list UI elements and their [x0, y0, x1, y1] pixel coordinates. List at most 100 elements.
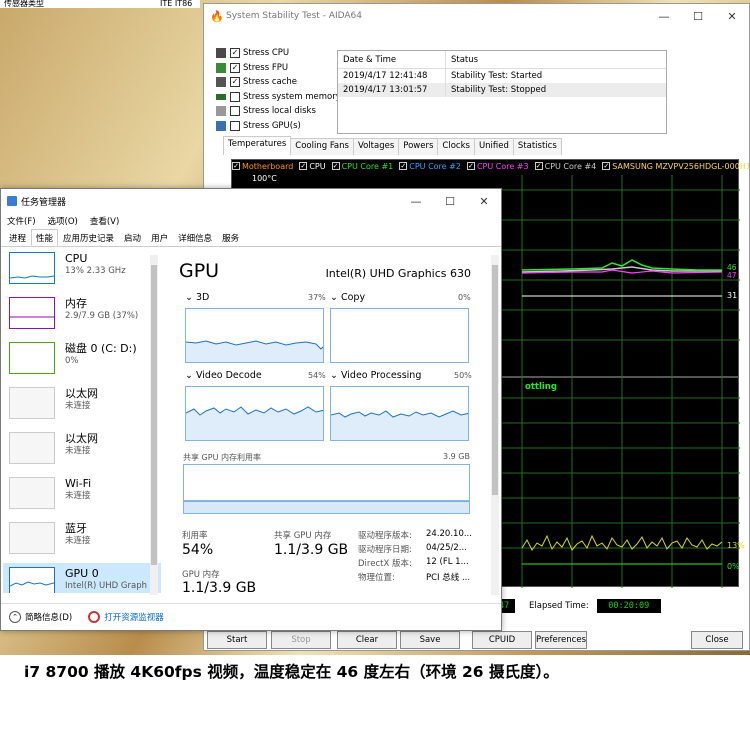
clear-button[interactable]: Clear — [337, 631, 397, 649]
legend-item[interactable]: ✓ Motherboard — [232, 160, 293, 172]
sidebar-item-title: GPU 0 — [65, 567, 99, 580]
checkbox[interactable]: ✓ — [230, 62, 240, 73]
scrollbar-thumb[interactable] — [492, 265, 498, 495]
collapse-icon[interactable]: ⌃ — [9, 611, 21, 623]
memory-icon — [216, 93, 226, 100]
tab-statistics[interactable]: Statistics — [512, 138, 562, 155]
legend-item[interactable]: ✓ CPU — [299, 160, 326, 172]
checkbox[interactable]: ✓ — [230, 77, 240, 88]
sidebar-item-ethernet-2[interactable]: 以太网 未连接 — [3, 428, 161, 473]
sidebar-scrollbar[interactable] — [150, 255, 158, 595]
tab-processes[interactable]: 进程 — [4, 229, 31, 246]
start-button[interactable]: Start — [207, 631, 267, 649]
sidebar-item-memory[interactable]: 内存 2.9/7.9 GB (37%) — [3, 293, 161, 338]
menu-options[interactable]: 选项(O) — [48, 215, 78, 227]
menu-file[interactable]: 文件(F) — [7, 215, 36, 227]
stress-option-label: Stress cache — [243, 77, 297, 88]
sidebar-item-title: Wi-Fi — [65, 477, 92, 490]
aida64-window-title: System Stability Test - AIDA64 — [226, 11, 362, 21]
legend-item[interactable]: ✓ SAMSUNG MZVPV256HDGL-000H1 — [602, 160, 750, 172]
engine-graph-copy — [330, 308, 469, 363]
legend-checkbox[interactable]: ✓ — [299, 162, 308, 170]
legend-checkbox[interactable]: ✓ — [466, 162, 475, 170]
tab-voltages[interactable]: Voltages — [352, 138, 400, 155]
legend-label: Motherboard — [242, 161, 294, 171]
engine-graph-decode-canvas — [186, 406, 323, 440]
tab-users[interactable]: 用户 — [146, 229, 173, 246]
engine-pct: 0% — [458, 293, 471, 302]
minimize-button[interactable]: — — [647, 4, 681, 28]
legend-checkbox[interactable]: ✓ — [399, 162, 408, 170]
elapsed-time-display: 00:20:09 — [596, 599, 661, 613]
engine-selector-copy[interactable]: ⌄ Copy — [330, 292, 365, 303]
main-scrollbar[interactable] — [491, 255, 499, 595]
sidebar-item-title: 磁盘 0 (C: D:) — [65, 342, 137, 355]
sidebar-item-wifi[interactable]: Wi-Fi 未连接 — [3, 473, 161, 518]
minimize-button[interactable]: — — [399, 189, 433, 213]
sidebar-item-gpu[interactable]: GPU 0 Intel(R) UHD Graph — [3, 563, 161, 593]
memory-thumb-graph — [10, 316, 54, 318]
tab-cooling-fans[interactable]: Cooling Fans — [290, 138, 354, 155]
sidebar-item-sub: Intel(R) UHD Graph — [65, 581, 147, 591]
tab-clocks[interactable]: Clocks — [437, 138, 475, 155]
save-button[interactable]: Save — [400, 631, 460, 649]
legend-checkbox[interactable]: ✓ — [602, 162, 611, 170]
log-col-datetime[interactable]: Date & Time — [338, 51, 446, 68]
engine-graph-processing-canvas — [331, 410, 468, 440]
close-window-button[interactable]: ✕ — [715, 4, 749, 28]
tab-temperatures[interactable]: Temperatures — [223, 136, 292, 155]
maximize-button[interactable]: ☐ — [681, 4, 715, 28]
stress-option[interactable]: ✓ Stress CPU — [216, 46, 341, 61]
checkbox[interactable] — [230, 106, 240, 117]
sidebar-item-bluetooth[interactable]: 蓝牙 未连接 — [3, 518, 161, 563]
stress-option[interactable]: Stress system memory — [216, 90, 341, 105]
menu-view[interactable]: 查看(V) — [90, 215, 119, 227]
log-row[interactable]: 2019/4/17 12:41:48 Stability Test: Start… — [338, 69, 666, 83]
fewer-details-link[interactable]: 简略信息(D) — [25, 611, 72, 623]
tab-details[interactable]: 详细信息 — [173, 229, 217, 246]
legend-item[interactable]: ✓ CPU Core #2 — [399, 160, 461, 172]
gpu-device-name: Intel(R) UHD Graphics 630 — [325, 267, 471, 280]
tab-unified[interactable]: Unified — [473, 138, 514, 155]
tab-performance[interactable]: 性能 — [31, 229, 59, 246]
stop-button[interactable]: Stop — [271, 631, 331, 649]
tab-startup[interactable]: 启动 — [119, 229, 146, 246]
legend-item[interactable]: ✓ CPU Core #1 — [331, 160, 393, 172]
stress-option[interactable]: ✓ Stress cache — [216, 75, 341, 90]
close-button[interactable]: Close — [691, 631, 743, 649]
legend-checkbox[interactable]: ✓ — [232, 162, 240, 170]
legend-label: CPU — [309, 161, 326, 171]
checkbox[interactable]: ✓ — [230, 48, 240, 59]
tab-app-history[interactable]: 应用历史记录 — [58, 229, 119, 246]
legend-checkbox[interactable]: ✓ — [534, 162, 543, 170]
legend-item[interactable]: ✓ CPU Core #3 — [466, 160, 529, 172]
sidebar-item-cpu[interactable]: CPU 13% 2.33 GHz — [3, 248, 161, 293]
sidebar-item-disk[interactable]: 磁盘 0 (C: D:) 0% — [3, 338, 161, 383]
stress-option[interactable]: Stress local disks — [216, 104, 341, 119]
preferences-button[interactable]: Preferences — [535, 631, 587, 649]
legend-checkbox[interactable]: ✓ — [331, 162, 340, 170]
engine-selector-3d[interactable]: ⌄ 3D — [185, 292, 209, 303]
engine-selector-video-decode[interactable]: ⌄ Video Decode — [185, 370, 262, 381]
tab-powers[interactable]: Powers — [398, 138, 439, 155]
close-window-button[interactable]: ✕ — [467, 189, 501, 213]
shared-gpu-mem-label: 共享 GPU 内存 — [274, 531, 332, 541]
stress-option[interactable]: ✓ Stress FPU — [216, 61, 341, 76]
legend-item[interactable]: ✓ CPU Core #4 — [534, 160, 596, 172]
checkbox[interactable] — [230, 91, 240, 102]
engine-selector-video-processing[interactable]: ⌄ Video Processing — [330, 370, 421, 381]
maximize-button[interactable]: ☐ — [433, 189, 467, 213]
checkbox[interactable] — [230, 120, 240, 131]
log-row[interactable]: 2019/4/17 13:01:57 Stability Test: Stopp… — [338, 83, 666, 97]
open-resource-monitor-link[interactable]: 打开资源监视器 — [104, 611, 164, 623]
tab-services[interactable]: 服务 — [217, 229, 244, 246]
cpuid-button[interactable]: CPUID — [472, 631, 532, 649]
caption: i7 8700 播放 4K60fps 视频，温度稳定在 46 度左右（环境 26… — [24, 663, 559, 681]
sidebar-item-sub: 未连接 — [65, 446, 91, 456]
elapsed-time-label: Elapsed Time: — [529, 601, 589, 611]
sidebar-item-ethernet[interactable]: 以太网 未连接 — [3, 383, 161, 428]
engine-graph-video-decode — [185, 386, 324, 441]
stress-option[interactable]: Stress GPU(s) — [216, 119, 341, 134]
log-col-status[interactable]: Status — [446, 51, 666, 68]
scrollbar-thumb[interactable] — [151, 265, 157, 565]
